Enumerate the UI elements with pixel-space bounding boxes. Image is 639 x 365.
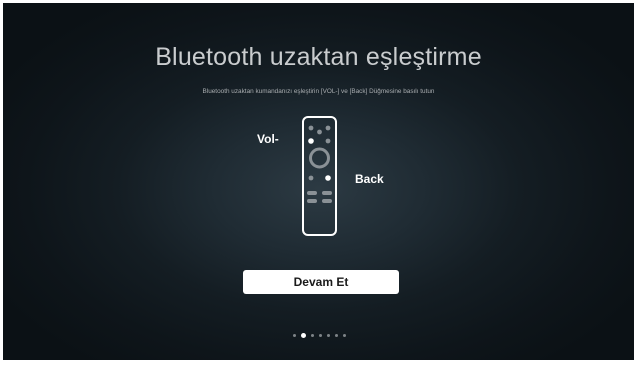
remote-button-top-right — [325, 125, 331, 131]
remote-button-top-left — [308, 125, 314, 131]
remote-vol-minus-button — [308, 138, 314, 144]
page-subtitle: Bluetooth uzaktan kumandanızı eşleştirin… — [202, 88, 435, 95]
page-dot-6 — [335, 334, 338, 337]
remote-body — [302, 116, 337, 236]
page-title: Bluetooth uzaktan eşleştirme — [155, 43, 482, 71]
remote-button-top-mid — [317, 129, 322, 135]
remote-dpad-ring — [309, 147, 330, 169]
continue-button[interactable]: Devam Et — [243, 270, 399, 294]
vol-minus-label: Vol- — [257, 132, 279, 146]
page-dot-5 — [327, 334, 330, 337]
remote-pill-1 — [307, 191, 317, 195]
page-dot-2-active — [301, 333, 306, 338]
back-label: Back — [355, 172, 384, 186]
page-dot-7 — [343, 334, 346, 337]
remote-pill-3 — [307, 199, 317, 203]
page-dot-3 — [311, 334, 314, 337]
remote-pill-2 — [322, 191, 332, 195]
remote-button-lower-left — [308, 175, 314, 181]
remote-button-upper-right — [325, 138, 331, 144]
page-dot-1 — [293, 334, 296, 337]
page-indicator — [0, 333, 639, 338]
page-dot-4 — [319, 334, 322, 337]
remote-pill-4 — [322, 199, 332, 203]
remote-back-button — [325, 175, 331, 181]
remote-control-icon — [297, 113, 341, 239]
